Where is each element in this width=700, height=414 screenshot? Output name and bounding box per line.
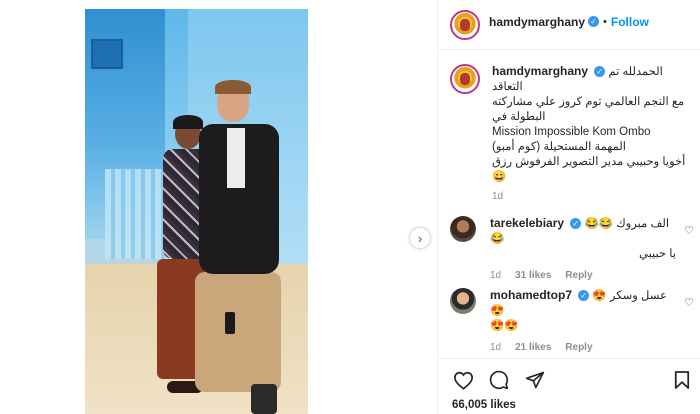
comment-body: mohamedtop7 ✓ عسل وسكر 😍😍 😍😍 (490, 288, 690, 334)
comment-icon (489, 370, 509, 390)
likes-count[interactable]: 66,005 likes (452, 399, 516, 411)
post-actions: 66,005 likes (438, 358, 700, 414)
photo-window (91, 39, 123, 69)
commenter-username[interactable]: mohamedtop7 (490, 288, 572, 302)
photo-person-right (195, 80, 295, 414)
like-button[interactable] (452, 369, 474, 391)
reply-button[interactable]: Reply (565, 342, 592, 353)
post-media: › (0, 0, 436, 414)
heart-icon (453, 371, 473, 390)
post-caption: hamdymarghany ✓ الحمدلله تم التعاقد مع ا… (450, 64, 690, 202)
author-username[interactable]: hamdymarghany (489, 15, 585, 29)
comment-text: يا حبيبي (638, 248, 676, 260)
save-button[interactable] (671, 369, 693, 391)
commenter-avatar[interactable] (450, 288, 476, 314)
caption-body: hamdymarghany ✓ الحمدلله تم التعاقد مع ا… (492, 64, 690, 185)
comment-likes[interactable]: 21 likes (515, 342, 551, 353)
verified-badge-icon: ✓ (578, 290, 590, 302)
caption-line: أخويا وحبيبي مدير التصوير الفرفوش رزق (492, 156, 686, 168)
paper-plane-icon (525, 371, 545, 389)
separator-dot: • (603, 15, 607, 28)
comment-timestamp: 1d (490, 270, 502, 281)
comment-text: 😍😍 (490, 320, 519, 332)
like-comment-heart-icon[interactable]: ♡ (684, 296, 694, 309)
reply-button[interactable]: Reply (565, 270, 592, 281)
verified-badge-icon: ✓ (588, 16, 600, 27)
caption-line: البطولة في (492, 111, 546, 123)
comment-meta: 1d 21 likes Reply (490, 342, 690, 353)
comment-item: mohamedtop7 ✓ عسل وسكر 😍😍 😍😍 1d 21 likes… (450, 288, 694, 353)
caption-line: 😄 (492, 171, 507, 183)
bookmark-icon (674, 371, 690, 389)
verified-badge-icon: ✓ (594, 66, 606, 78)
verified-badge-icon: ✓ (570, 218, 582, 230)
comment-timestamp: 1d (490, 342, 502, 353)
next-image-button[interactable]: › (409, 227, 431, 249)
post-photo (85, 9, 308, 414)
post-panel: hamdymarghany ✓ • Follow hamdymarghany ✓… (437, 0, 700, 414)
comment-likes[interactable]: 31 likes (515, 270, 551, 281)
comment-meta: 1d 31 likes Reply (490, 270, 690, 281)
caption-line: Mission Impossible Kom Ombo (492, 126, 651, 138)
caption-line: المهمة المستحيلة (كوم أمبو) (492, 141, 626, 153)
caption-username[interactable]: hamdymarghany (492, 64, 588, 78)
commenter-avatar[interactable] (450, 216, 476, 242)
post-header: hamdymarghany ✓ • Follow (438, 0, 700, 50)
comment-item: tarekelebiary ✓ الف مبروك 😂😂😂 يا حبيبي 1… (450, 216, 694, 281)
follow-button[interactable]: Follow (611, 15, 649, 29)
author-avatar[interactable] (450, 9, 480, 40)
caption-line: مع النجم العالمي توم كروز علي مشاركته (492, 96, 685, 108)
comments-section[interactable]: hamdymarghany ✓ الحمدلله تم التعاقد مع ا… (438, 50, 700, 358)
chevron-right-icon: › (417, 230, 423, 246)
comment-button[interactable] (488, 369, 510, 391)
like-comment-heart-icon[interactable]: ♡ (684, 224, 694, 237)
caption-avatar[interactable] (450, 64, 480, 94)
share-button[interactable] (524, 369, 546, 391)
caption-timestamp: 1d (492, 191, 504, 202)
comment-body: tarekelebiary ✓ الف مبروك 😂😂😂 يا حبيبي (490, 216, 690, 262)
commenter-username[interactable]: tarekelebiary (490, 216, 564, 230)
